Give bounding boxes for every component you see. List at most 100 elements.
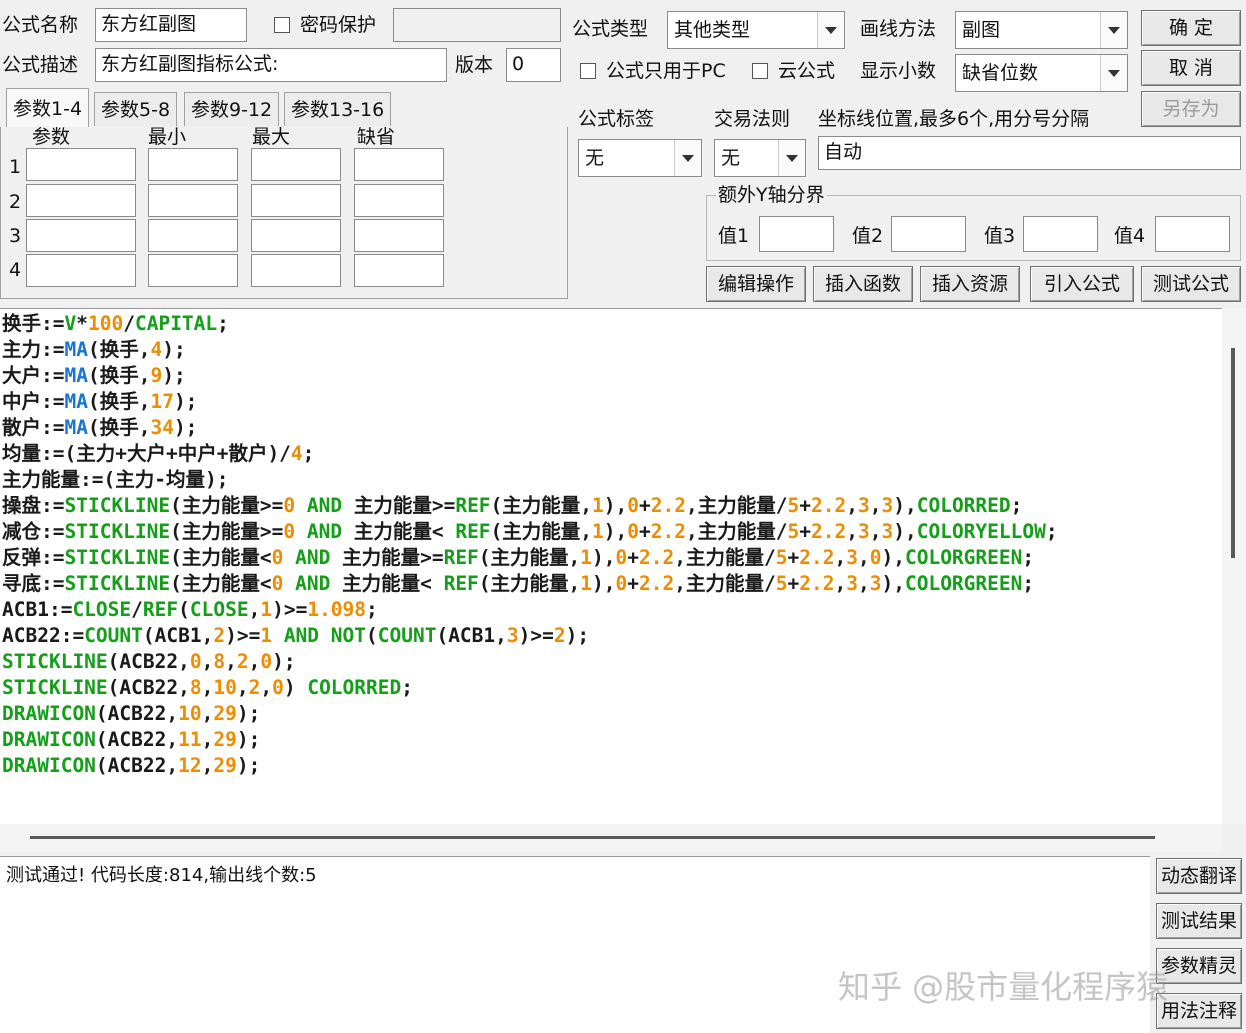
param-4-name-input[interactable] — [26, 254, 136, 287]
test-result-button[interactable]: 测试结果 — [1156, 903, 1242, 939]
cancel-button[interactable]: 取 消 — [1141, 50, 1241, 86]
code-token: + — [627, 572, 640, 595]
param-4-min-input[interactable] — [148, 254, 238, 287]
version-input[interactable]: 0 — [506, 48, 561, 82]
code-line[interactable]: 散户:=MA(换手,34); — [2, 415, 1058, 441]
code-token: MA — [64, 338, 88, 361]
code-line[interactable]: 中户:=MA(换手,17); — [2, 389, 1058, 415]
tab-params-13-16[interactable]: 参数13-16 — [284, 92, 392, 126]
tab-params-5-8[interactable]: 参数5-8 — [94, 92, 178, 126]
code-line[interactable]: DRAWICON(ACB22,12,29); — [2, 753, 1058, 779]
tab-params-9-12[interactable]: 参数9-12 — [184, 92, 280, 126]
code-token: ; — [302, 442, 315, 465]
y-value-1-input[interactable] — [759, 216, 834, 252]
password-checkbox[interactable] — [274, 17, 290, 33]
code-line[interactable]: DRAWICON(ACB22,11,29); — [2, 727, 1058, 753]
code-token: ); — [173, 390, 198, 413]
code-line[interactable]: 减仓:=STICKLINE(主力能量>=0 AND 主力能量< REF(主力能量… — [2, 519, 1058, 545]
code-token: 1 — [580, 546, 593, 569]
param-2-max-input[interactable] — [251, 184, 341, 217]
scroll-thumb[interactable] — [30, 836, 1155, 839]
code-token: CLOSE — [189, 598, 249, 621]
code-line[interactable]: 反弹:=STICKLINE(主力能量<0 AND 主力能量>=REF(主力能量,… — [2, 545, 1058, 571]
code-token: (ACB22, — [95, 728, 179, 751]
param-1-default-input[interactable] — [354, 148, 444, 181]
param-1-max-input[interactable] — [251, 148, 341, 181]
edit-operation-button[interactable]: 编辑操作 — [706, 266, 806, 302]
code-line[interactable]: 主力能量:=(主力-均量); — [2, 467, 1058, 493]
code-line[interactable]: 大户:=MA(换手,9); — [2, 363, 1058, 389]
code-token: 1 — [592, 494, 604, 517]
password-input[interactable] — [393, 8, 561, 42]
param-3-max-input[interactable] — [251, 219, 341, 252]
code-content[interactable]: 换手:=V*100/CAPITAL; 主力:=MA(换手,4); 大户:=MA(换手… — [2, 311, 1058, 779]
code-token: 1 — [592, 520, 604, 543]
code-line[interactable]: ACB1:=CLOSE/REF(CLOSE,1)>=1.098; — [2, 597, 1058, 623]
code-token: 2 — [248, 676, 261, 699]
ok-button[interactable]: 确 定 — [1141, 10, 1241, 46]
decimal-select[interactable]: 缺省位数 — [955, 54, 1128, 92]
trade-rule-select[interactable]: 无 — [714, 139, 806, 177]
code-line[interactable]: 均量:=(主力+大户+中户+散户)/4; — [2, 441, 1058, 467]
code-line[interactable]: DRAWICON(ACB22,10,29); — [2, 701, 1058, 727]
code-line[interactable]: 换手:=V*100/CAPITAL; — [2, 311, 1058, 337]
pc-only-checkbox[interactable] — [580, 63, 596, 79]
formula-type-select[interactable]: 其他类型 — [667, 11, 845, 49]
formula-name-input[interactable]: 东方红副图 — [95, 8, 247, 42]
code-line[interactable]: ACB22:=COUNT(ACB1,2)>=1 AND NOT(COUNT(AC… — [2, 623, 1058, 649]
chevron-down-icon[interactable] — [817, 12, 844, 48]
code-token: 34 — [150, 416, 174, 439]
insert-resource-button[interactable]: 插入资源 — [920, 266, 1020, 302]
code-token: , — [857, 572, 870, 595]
y-value-4-input[interactable] — [1155, 216, 1230, 252]
param-3-name-input[interactable] — [26, 219, 136, 252]
chevron-down-icon[interactable] — [778, 140, 805, 176]
code-line[interactable]: STICKLINE(ACB22,0,8,2,0); — [2, 649, 1058, 675]
param-2-default-input[interactable] — [354, 184, 444, 217]
chevron-down-icon[interactable] — [674, 140, 701, 176]
code-token: 均量:=(主力+大户+中户+散户)/ — [2, 442, 291, 465]
scroll-thumb[interactable] — [1231, 348, 1235, 558]
param-row-number: 1 — [9, 156, 22, 178]
y-value-3-input[interactable] — [1023, 216, 1098, 252]
param-3-min-input[interactable] — [148, 219, 238, 252]
formula-tag-select[interactable]: 无 — [578, 139, 702, 177]
cloud-checkbox[interactable] — [752, 63, 768, 79]
chevron-down-icon[interactable] — [1100, 12, 1127, 48]
axis-position-input[interactable]: 自动 — [818, 136, 1241, 170]
param-2-name-input[interactable] — [26, 184, 136, 217]
code-line[interactable]: 操盘:=STICKLINE(主力能量>=0 AND 主力能量>=REF(主力能量… — [2, 493, 1058, 519]
code-token: 2.2 — [799, 546, 835, 569]
horizontal-scrollbar[interactable] — [0, 824, 1222, 852]
import-formula-button[interactable]: 引入公式 — [1030, 266, 1134, 302]
param-4-max-input[interactable] — [251, 254, 341, 287]
param-2-min-input[interactable] — [148, 184, 238, 217]
param-1-min-input[interactable] — [148, 148, 238, 181]
formula-desc-input[interactable]: 东方红副图指标公式: — [95, 48, 447, 82]
code-token: MA — [64, 390, 88, 413]
vertical-scrollbar[interactable] — [1222, 308, 1246, 824]
param-3-default-input[interactable] — [354, 219, 444, 252]
code-token: , — [236, 676, 249, 699]
param-1-name-input[interactable] — [26, 148, 136, 181]
code-token: 5 — [775, 546, 788, 569]
draw-method-select[interactable]: 副图 — [955, 11, 1128, 49]
formula-name-label: 公式名称 — [2, 14, 79, 36]
code-token: ( — [178, 598, 190, 621]
param-4-default-input[interactable] — [354, 254, 444, 287]
code-editor[interactable]: 换手:=V*100/CAPITAL; 主力:=MA(换手,4); 大户:=MA(换手… — [0, 308, 1222, 825]
test-formula-button[interactable]: 测试公式 — [1141, 266, 1241, 302]
dynamic-translate-button[interactable]: 动态翻译 — [1156, 858, 1242, 894]
code-token: 4 — [290, 442, 303, 465]
param-wizard-button[interactable]: 参数精灵 — [1156, 948, 1242, 984]
code-line[interactable]: STICKLINE(ACB22,8,10,2,0) COLORRED; — [2, 675, 1058, 701]
code-token: REF — [455, 520, 491, 543]
insert-function-button[interactable]: 插入函数 — [813, 266, 913, 302]
y-value-2-input[interactable] — [891, 216, 966, 252]
usage-notes-button[interactable]: 用法注释 — [1156, 993, 1242, 1029]
code-token: 主力能量< — [353, 520, 456, 543]
chevron-down-icon[interactable] — [1100, 55, 1127, 91]
code-line[interactable]: 主力:=MA(换手,4); — [2, 337, 1058, 363]
save-as-button[interactable]: 另存为 — [1141, 91, 1241, 127]
code-line[interactable]: 寻底:=STICKLINE(主力能量<0 AND 主力能量< REF(主力能量,… — [2, 571, 1058, 597]
